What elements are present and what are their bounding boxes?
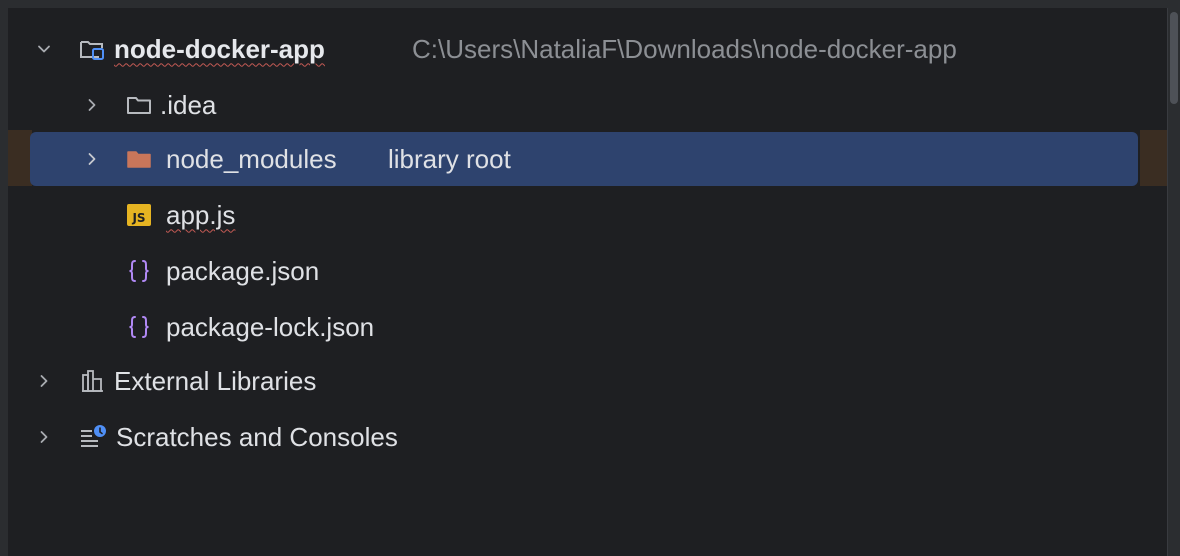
chevron-right-icon[interactable] bbox=[80, 147, 104, 171]
library-root-hint: library root bbox=[388, 143, 511, 174]
json-file-icon bbox=[124, 312, 154, 342]
row-highlight-stripe-right bbox=[1140, 130, 1168, 186]
javascript-file-icon: JS bbox=[124, 200, 154, 230]
chevron-right-icon[interactable] bbox=[80, 93, 104, 117]
tree-row-app-js[interactable]: JS app.js bbox=[30, 188, 1138, 242]
folder-icon bbox=[124, 90, 154, 120]
project-name: node-docker-app bbox=[114, 33, 325, 64]
scratches-icon bbox=[78, 422, 108, 452]
project-path: C:\Users\NataliaF\Downloads\node-docker-… bbox=[412, 33, 957, 64]
chevron-right-icon[interactable] bbox=[32, 369, 56, 393]
tree-row-package-lock-json[interactable]: package-lock.json bbox=[30, 300, 1138, 354]
excluded-folder-icon bbox=[124, 144, 154, 174]
row-highlight-stripe-left bbox=[8, 130, 32, 186]
tree-row-idea-folder[interactable]: .idea bbox=[30, 78, 1138, 132]
tree-item-label: External Libraries bbox=[114, 365, 317, 396]
tree-row-package-json[interactable]: package.json bbox=[30, 244, 1138, 298]
chevron-down-icon[interactable] bbox=[32, 37, 56, 61]
scrollbar-thumb[interactable] bbox=[1170, 12, 1178, 104]
tree-item-label: Scratches and Consoles bbox=[116, 421, 398, 452]
tree-item-label: node_modules bbox=[166, 143, 337, 174]
js-badge: JS bbox=[127, 204, 151, 226]
tree-item-label: .idea bbox=[160, 89, 217, 120]
tree-row-external-libraries[interactable]: External Libraries bbox=[30, 354, 1138, 408]
tree-row-node-modules-folder[interactable]: node_modules library root bbox=[30, 132, 1138, 186]
library-icon bbox=[78, 366, 108, 396]
vertical-scrollbar[interactable] bbox=[1167, 8, 1180, 556]
tree-item-label: package-lock.json bbox=[166, 311, 375, 342]
tree-row-project-root[interactable]: node-docker-app C:\Users\NataliaF\Downlo… bbox=[30, 22, 1138, 76]
json-file-icon bbox=[124, 256, 154, 286]
tree-item-label: app.js bbox=[166, 199, 236, 230]
tree-item-label: package.json bbox=[166, 255, 320, 286]
project-module-icon bbox=[78, 34, 108, 64]
chevron-right-icon[interactable] bbox=[32, 425, 56, 449]
tree-row-scratches-and-consoles[interactable]: Scratches and Consoles bbox=[30, 410, 1138, 464]
